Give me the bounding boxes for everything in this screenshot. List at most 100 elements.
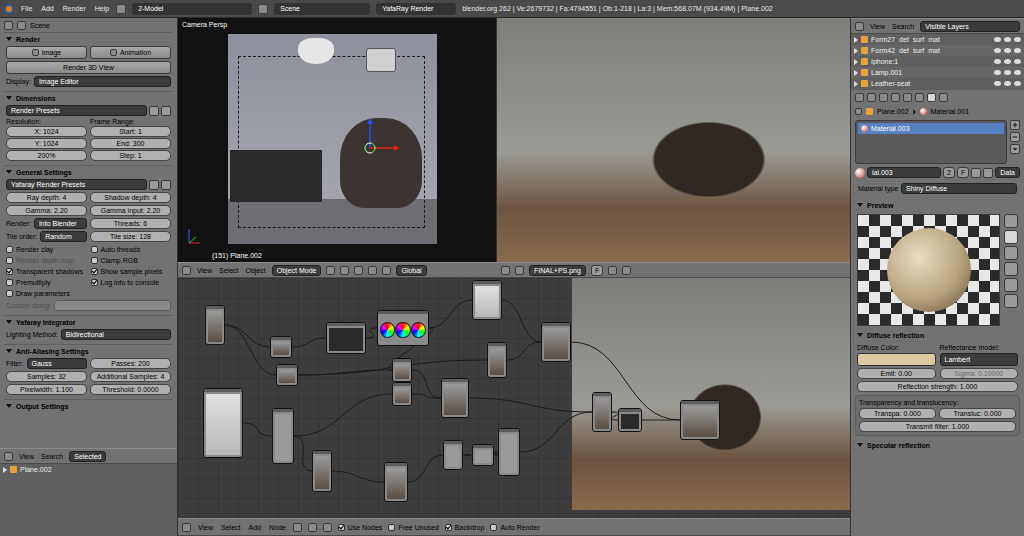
number-field[interactable]: Additional Samples: 4: [90, 371, 171, 382]
outliner-item[interactable]: Form27_def_surf_mat: [851, 34, 1024, 45]
panel-header[interactable]: Anti-Aliasing Settings: [4, 345, 173, 357]
compositor-node[interactable]: [618, 408, 642, 432]
visibility-icon[interactable]: [994, 48, 1001, 53]
header-toggle[interactable]: Free Unused: [388, 522, 438, 532]
fake-user-toggle[interactable]: F: [957, 167, 969, 178]
visibility-icon[interactable]: [994, 37, 1001, 42]
expand-icon[interactable]: [854, 37, 858, 43]
menu-item[interactable]: View: [196, 267, 213, 274]
menu-item[interactable]: Object: [245, 267, 267, 274]
dropdown[interactable]: Bidirectional: [61, 329, 171, 340]
dropdown[interactable]: Random: [40, 231, 87, 242]
preview-hair-icon[interactable]: [1004, 278, 1018, 292]
compositor-node[interactable]: [276, 364, 298, 386]
layout-dropdown[interactable]: 2-Model: [132, 3, 252, 15]
color-wheel-icon[interactable]: [380, 322, 395, 338]
number-field[interactable]: Start: 1: [90, 126, 171, 137]
compositor-node[interactable]: [272, 408, 294, 464]
select-icon[interactable]: [1004, 37, 1011, 42]
visibility-icon[interactable]: [994, 59, 1001, 64]
number-field[interactable]: Step: 1: [90, 150, 171, 161]
dropdown[interactable]: Gauss: [27, 358, 88, 369]
expand-icon[interactable]: [854, 81, 858, 87]
channels-icon[interactable]: [622, 266, 631, 275]
render-icon[interactable]: [1014, 59, 1021, 64]
compositor-node[interactable]: [312, 450, 332, 492]
render-button[interactable]: Image: [6, 46, 87, 59]
compositor-node[interactable]: [487, 342, 507, 378]
expand-icon[interactable]: [6, 404, 12, 408]
color-wheel-icon[interactable]: [395, 322, 410, 338]
number-field[interactable]: Ray depth: 4: [6, 192, 87, 203]
checkbox[interactable]: Auto threads: [91, 244, 172, 254]
image-name-field[interactable]: FINAL+PS.png: [529, 265, 586, 276]
orientation-dropdown[interactable]: Global: [396, 265, 426, 276]
checkbox-box[interactable]: [6, 290, 13, 297]
outliner-item[interactable]: Leather-seat: [851, 78, 1024, 89]
compositor-node[interactable]: [498, 428, 520, 476]
add-preset-icon[interactable]: [149, 180, 159, 190]
users-count[interactable]: 2: [943, 167, 955, 178]
expand-icon[interactable]: [6, 96, 12, 100]
expand-icon[interactable]: [6, 170, 12, 174]
object-tab-icon[interactable]: [891, 93, 900, 102]
number-field[interactable]: Gamma: 2.20: [6, 205, 87, 216]
remove-slot-icon[interactable]: [1010, 132, 1020, 142]
manipulator-icon[interactable]: [354, 266, 363, 275]
outliner-filter-dropdown[interactable]: Selected: [69, 451, 106, 462]
checkbox-box[interactable]: [91, 279, 98, 286]
expand-icon[interactable]: [6, 320, 12, 324]
menu-item[interactable]: File: [20, 5, 33, 12]
menu-item[interactable]: Select: [218, 267, 239, 274]
menu-item[interactable]: View: [197, 524, 214, 531]
outliner-item[interactable]: Iphone:1: [851, 56, 1024, 67]
close-image-icon[interactable]: [608, 266, 617, 275]
checkbox-box[interactable]: [338, 524, 345, 531]
chair-model[interactable]: [340, 118, 422, 208]
dropdown[interactable]: Into Blender: [34, 218, 87, 229]
menu-item[interactable]: Render: [62, 5, 87, 12]
text-field[interactable]: [54, 300, 171, 311]
compositor-node[interactable]: [384, 462, 408, 502]
number-field[interactable]: X: 1024: [6, 126, 87, 137]
image-icon[interactable]: [515, 266, 524, 275]
compositor-node[interactable]: [377, 310, 429, 346]
pivot-icon[interactable]: [340, 266, 349, 275]
diffuse-color-swatch[interactable]: [857, 353, 936, 366]
editor-type-icon[interactable]: [855, 22, 864, 31]
expand-icon[interactable]: [857, 203, 863, 207]
editor-type-icon[interactable]: [182, 523, 191, 532]
unlink-material-icon[interactable]: [983, 168, 993, 178]
checkbox-box[interactable]: [91, 257, 98, 264]
expand-icon[interactable]: [854, 48, 858, 54]
checkbox-box[interactable]: [445, 524, 452, 531]
render-3d-view-button[interactable]: Render 3D View: [6, 61, 171, 74]
panel-header[interactable]: Render: [4, 33, 173, 45]
transmit-filter-field[interactable]: Transmit filter: 1.000: [859, 421, 1016, 432]
checkbox-box[interactable]: [91, 268, 98, 275]
checkbox[interactable]: Draw parameters: [6, 288, 87, 298]
menu-item[interactable]: Add: [248, 524, 262, 531]
shading-icon[interactable]: [326, 266, 335, 275]
menu-item[interactable]: Search: [40, 453, 64, 460]
checkbox[interactable]: Render clay: [6, 244, 87, 254]
checkbox-box[interactable]: [6, 268, 13, 275]
world-tab-icon[interactable]: [879, 93, 888, 102]
material-type-dropdown[interactable]: Shiny Diffuse: [901, 183, 1017, 194]
menu-item[interactable]: Search: [891, 23, 915, 30]
render-icon[interactable]: [1014, 48, 1021, 53]
checkbox[interactable]: Transparent shadows: [6, 266, 87, 276]
header-toggle[interactable]: Auto Render: [490, 522, 539, 532]
panel-header[interactable]: Specular reflection: [855, 439, 1020, 451]
compositor-node[interactable]: [392, 358, 412, 382]
number-field[interactable]: Shadow depth: 4: [90, 192, 171, 203]
compositor-node[interactable]: [392, 382, 412, 406]
preview-sphere-icon[interactable]: [1004, 230, 1018, 244]
rotate-icon[interactable]: [382, 266, 391, 275]
modifier-tab-icon[interactable]: [903, 93, 912, 102]
link-dropdown[interactable]: Data: [995, 167, 1020, 178]
outliner-filter-dropdown[interactable]: Visible Layers: [920, 21, 1020, 32]
add-slot-icon[interactable]: [1010, 120, 1020, 130]
material-slot[interactable]: Material.003: [858, 123, 1004, 134]
menu-item[interactable]: View: [18, 453, 35, 460]
